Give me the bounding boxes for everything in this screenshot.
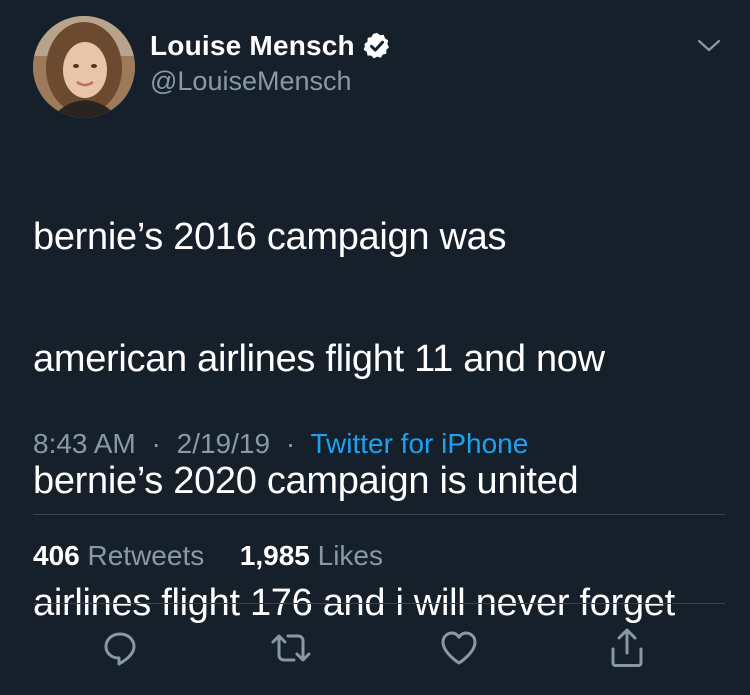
share-icon xyxy=(611,628,643,667)
tweet-metadata: 8:43 AM · 2/19/19 · Twitter for iPhone xyxy=(33,428,528,460)
divider xyxy=(33,603,725,604)
retweet-icon xyxy=(271,634,311,662)
reply-icon xyxy=(104,632,136,666)
tweet-stats: 406 Retweets 1,985 Likes xyxy=(33,540,383,572)
meta-separator: · xyxy=(151,428,161,459)
tweet-date[interactable]: 2/19/19 xyxy=(177,428,270,459)
tweet-text-line: bernie’s 2016 campaign was xyxy=(33,216,507,258)
like-button[interactable] xyxy=(437,626,481,670)
user-handle[interactable]: @LouiseMensch xyxy=(150,66,352,97)
retweets-stat[interactable]: 406 Retweets xyxy=(33,540,212,571)
tweet-time[interactable]: 8:43 AM xyxy=(33,428,136,459)
chevron-down-icon[interactable] xyxy=(696,36,722,56)
avatar[interactable] xyxy=(33,16,135,118)
share-button[interactable] xyxy=(605,626,649,670)
likes-count: 1,985 xyxy=(239,540,310,571)
display-name[interactable]: Louise Mensch xyxy=(150,30,355,62)
verified-badge-icon xyxy=(362,31,392,61)
retweet-button[interactable] xyxy=(269,626,313,670)
reply-button[interactable] xyxy=(98,626,142,670)
tweet-text-line: bernie’s 2020 campaign is united xyxy=(33,460,579,502)
divider xyxy=(33,514,725,515)
heart-icon xyxy=(441,631,477,665)
tweet-source-link[interactable]: Twitter for iPhone xyxy=(310,428,528,459)
likes-stat[interactable]: 1,985 Likes xyxy=(240,540,383,571)
tweet-detail: Louise Mensch @LouiseMensch bernie’s 201… xyxy=(0,0,750,687)
meta-separator: · xyxy=(285,428,296,459)
user-name-row: Louise Mensch xyxy=(150,28,392,64)
retweets-count: 406 xyxy=(33,540,80,571)
retweets-label: Retweets xyxy=(87,540,205,571)
likes-label: Likes xyxy=(317,540,384,571)
tweet-text: bernie’s 2016 campaign was american airl… xyxy=(33,146,733,695)
tweet-text-line: american airlines flight 11 and now xyxy=(33,338,605,380)
tweet-action-bar xyxy=(0,626,750,670)
avatar-photo xyxy=(33,16,135,118)
